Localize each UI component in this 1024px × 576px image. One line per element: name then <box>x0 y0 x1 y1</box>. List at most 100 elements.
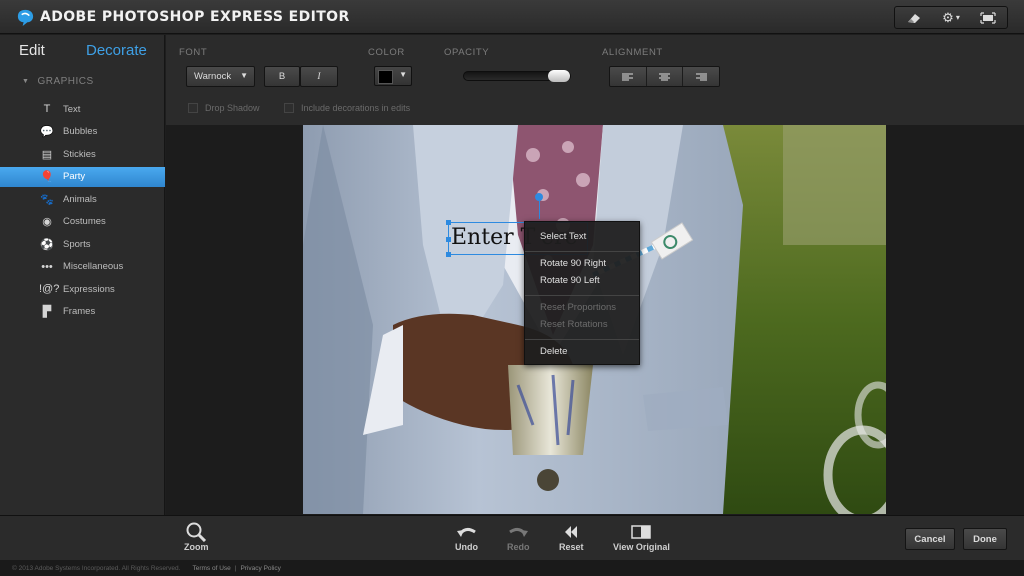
view-original-label: View Original <box>613 542 670 552</box>
sidebar-item-expressions[interactable]: !@? Expressions <box>0 279 165 299</box>
zoom-button[interactable]: Zoom <box>184 522 209 552</box>
color-label: COLOR <box>368 47 405 58</box>
resize-handle[interactable] <box>446 237 451 242</box>
menu-divider <box>525 251 639 252</box>
gear-icon: ⚙ <box>942 9 954 25</box>
alignment-group <box>609 66 720 87</box>
resize-handle[interactable] <box>446 252 451 257</box>
done-button[interactable]: Done <box>963 528 1007 550</box>
opacity-slider[interactable] <box>463 70 571 82</box>
align-left-icon <box>622 73 634 80</box>
context-menu: Select Text Rotate 90 Right Rotate 90 Le… <box>524 221 640 365</box>
chevron-down-icon: ▾ <box>955 13 960 22</box>
color-picker[interactable]: ▼ <box>374 66 412 86</box>
sidebar-item-text[interactable]: T Text <box>0 99 165 119</box>
chevron-down-icon: ▼ <box>399 70 407 79</box>
mode-tabs: Edit Decorate <box>0 35 165 67</box>
sidebar-item-label: Sports <box>63 238 91 250</box>
view-original-button[interactable]: View Original <box>613 522 670 552</box>
photoshop-express-logo-icon <box>17 9 34 27</box>
expressions-icon: !@? <box>39 283 60 295</box>
undo-label: Undo <box>455 542 478 552</box>
bubbles-icon: 💬 <box>40 126 54 138</box>
reset-button[interactable]: Reset <box>559 522 584 552</box>
sidebar-item-bubbles[interactable]: 💬 Bubbles <box>0 122 165 142</box>
app-title: ADOBE PHOTOSHOP EXPRESS EDITOR <box>40 9 350 25</box>
top-toolbar: ⚙ ▾ <box>894 6 1008 29</box>
miscellaneous-icon: ••• <box>41 260 53 273</box>
chevron-down-icon: ▼ <box>240 71 248 80</box>
sidebar-item-label: Costumes <box>63 216 106 227</box>
zoom-label: Zoom <box>184 542 209 552</box>
terms-of-use-link[interactable]: Terms of Use <box>192 565 230 572</box>
footer-separator: | <box>234 564 237 572</box>
party-icon: 🎈 <box>40 171 54 183</box>
tab-edit[interactable]: Edit <box>19 42 45 59</box>
reset-icon <box>563 522 579 542</box>
stickies-icon: ▤ <box>41 148 53 161</box>
undo-button[interactable]: Undo <box>455 522 478 552</box>
resize-handle[interactable] <box>446 220 451 225</box>
magnifier-icon <box>185 522 207 542</box>
include-decorations-checkbox[interactable]: Include decorations in edits <box>284 103 410 113</box>
text-icon: T <box>43 103 51 115</box>
sidebar-item-party[interactable]: 🎈 Party <box>0 166 165 187</box>
align-center-button[interactable] <box>646 67 684 86</box>
align-right-button[interactable] <box>683 67 719 86</box>
align-center-icon <box>659 73 670 80</box>
font-value: Warnock <box>194 71 232 82</box>
tab-decorate[interactable]: Decorate <box>86 42 147 59</box>
sidebar-item-label: Animals <box>63 193 97 205</box>
menu-item-rotate-right[interactable]: Rotate 90 Right <box>540 258 606 269</box>
align-left-button[interactable] <box>610 67 647 86</box>
opacity-label: OPACITY <box>444 47 490 58</box>
menu-item-select-text[interactable]: Select Text <box>540 231 586 242</box>
drop-shadow-label: Drop Shadow <box>205 103 260 113</box>
sidebar-item-label: Stickies <box>63 148 96 160</box>
sidebar-item-frames[interactable]: ▛ Frames <box>0 302 165 322</box>
text-options-bar: FONT Warnock ▼ B I COLOR ▼ OPACITY ALIGN… <box>166 35 1024 125</box>
menu-item-reset-rotations[interactable]: Reset Rotations <box>540 319 608 330</box>
font-dropdown[interactable]: Warnock ▼ <box>186 66 255 87</box>
menu-divider <box>525 339 639 340</box>
costumes-icon: ◉ <box>42 216 52 228</box>
graphics-section-label: GRAPHICS <box>37 76 94 87</box>
triangle-down-icon: ▼ <box>22 78 30 85</box>
sidebar-item-stickies[interactable]: ▤ Stickies <box>0 144 165 164</box>
fullscreen-button[interactable] <box>970 7 1007 28</box>
frames-icon: ▛ <box>42 306 52 318</box>
align-right-icon <box>695 73 707 80</box>
sidebar-item-label: Expressions <box>63 283 115 295</box>
title-bar: ADOBE PHOTOSHOP EXPRESS EDITOR ⚙ ▾ <box>0 0 1024 34</box>
bold-button[interactable]: B <box>264 66 300 87</box>
rotate-handle-knob[interactable] <box>535 193 543 201</box>
italic-button[interactable]: I <box>300 66 338 87</box>
app-window: ADOBE PHOTOSHOP EXPRESS EDITOR ⚙ ▾ Edit D… <box>0 0 1024 576</box>
menu-item-rotate-left[interactable]: Rotate 90 Left <box>540 275 600 286</box>
checkbox-box <box>284 103 294 113</box>
sidebar-item-label: Miscellaneous <box>63 261 124 272</box>
privacy-policy-link[interactable]: Privacy Policy <box>240 565 280 572</box>
redo-label: Redo <box>507 542 530 552</box>
sports-icon: ⚽ <box>40 238 54 251</box>
redo-button[interactable]: Redo <box>507 522 530 552</box>
eraser-button[interactable] <box>895 7 932 28</box>
footer: © 2013 Adobe Systems Incorporated. All R… <box>0 560 1024 576</box>
settings-button[interactable]: ⚙ ▾ <box>932 7 969 28</box>
menu-item-delete[interactable]: Delete <box>540 346 567 357</box>
sidebar-item-costumes[interactable]: ◉ Costumes <box>0 212 165 232</box>
drop-shadow-checkbox[interactable]: Drop Shadow <box>188 103 260 113</box>
sidebar-item-miscellaneous[interactable]: ••• Miscellaneous <box>0 257 165 277</box>
cancel-button[interactable]: Cancel <box>905 528 955 550</box>
sidebar-item-label: Frames <box>63 306 96 317</box>
menu-divider <box>525 295 639 296</box>
sidebar-item-label: Bubbles <box>63 126 98 137</box>
sidebar-item-label: Party <box>63 171 86 182</box>
reset-label: Reset <box>559 542 584 552</box>
menu-item-reset-proportions[interactable]: Reset Proportions <box>540 302 616 313</box>
graphics-section-header[interactable]: ▼ GRAPHICS <box>22 76 94 87</box>
alignment-label: ALIGNMENT <box>602 47 663 58</box>
opacity-slider-thumb[interactable] <box>548 70 570 82</box>
sidebar-item-sports[interactable]: ⚽ Sports <box>0 234 165 254</box>
sidebar-item-animals[interactable]: 🐾 Animals <box>0 189 165 209</box>
